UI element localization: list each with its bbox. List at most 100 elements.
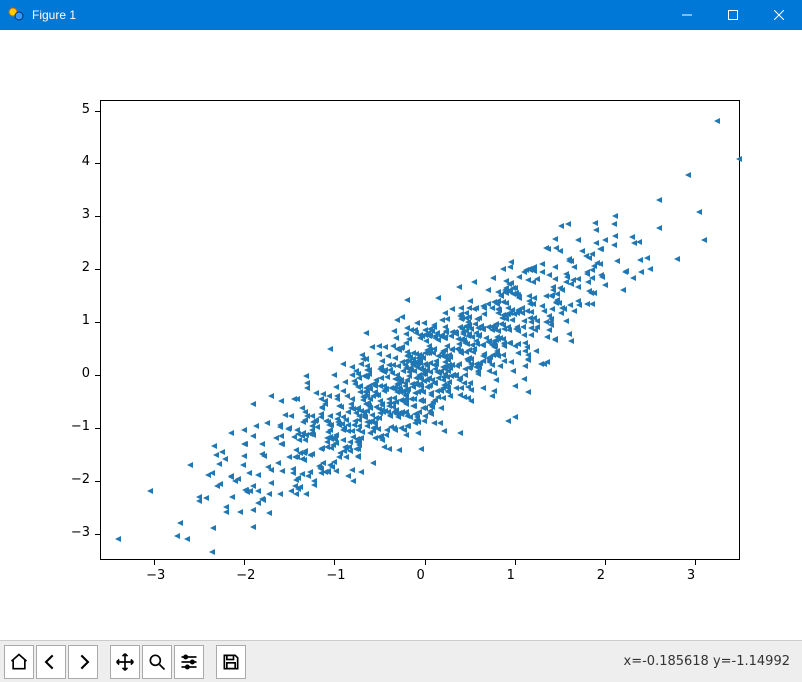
ytick-label: 5 (60, 102, 90, 117)
scatter-marker (275, 460, 281, 466)
scatter-marker (327, 462, 333, 468)
ytick (95, 375, 100, 376)
scatter-marker (286, 454, 292, 460)
xtick (425, 560, 426, 565)
scatter-marker (480, 385, 486, 391)
scatter-marker (477, 360, 483, 366)
scatter-marker (550, 284, 556, 290)
xtick (244, 560, 245, 565)
scatter-marker (512, 414, 518, 420)
scatter-marker (418, 446, 424, 452)
scatter-marker (359, 429, 365, 435)
scatter-marker (480, 342, 486, 348)
scatter-marker (558, 223, 564, 229)
xtick-label: −3 (146, 568, 165, 583)
scatter-marker (696, 209, 702, 215)
scatter-marker (406, 369, 412, 375)
scatter-marker (473, 305, 479, 311)
scatter-marker (387, 412, 393, 418)
arrow-left-icon (41, 652, 61, 672)
xtick-label: 3 (687, 568, 695, 583)
maximize-button[interactable] (710, 0, 756, 30)
scatter-marker (299, 405, 305, 411)
scatter-marker (443, 328, 449, 334)
scatter-marker (614, 258, 620, 264)
scatter-marker (277, 424, 283, 430)
scatter-marker (408, 327, 414, 333)
scatter-marker (602, 282, 608, 288)
scatter-marker (611, 221, 617, 227)
scatter-marker (471, 346, 477, 352)
scatter-marker (442, 366, 448, 372)
ytick-label: −1 (60, 419, 90, 434)
scatter-marker (265, 464, 271, 470)
scatter-marker (430, 350, 436, 356)
configure-button[interactable] (174, 645, 204, 679)
scatter-marker (406, 336, 412, 342)
scatter-marker (481, 311, 487, 317)
scatter-marker (431, 420, 437, 426)
scatter-marker (187, 462, 193, 468)
scatter-marker (379, 402, 385, 408)
pan-button[interactable] (110, 645, 140, 679)
scatter-marker (264, 420, 270, 426)
scatter-marker (394, 376, 400, 382)
scatter-marker (701, 237, 707, 243)
scatter-marker (591, 290, 597, 296)
scatter-marker (355, 405, 361, 411)
scatter-marker (414, 382, 420, 388)
scatter-marker (369, 344, 375, 350)
scatter-marker (325, 468, 331, 474)
scatter-marker (177, 520, 183, 526)
scatter-marker (376, 415, 382, 421)
scatter-marker (548, 293, 554, 299)
figure-canvas[interactable]: −3−2−10123−3−2−1012345 (0, 30, 802, 640)
scatter-marker (547, 319, 553, 325)
scatter-marker (376, 351, 382, 357)
scatter-marker (384, 427, 390, 433)
scatter-marker (568, 258, 574, 264)
forward-button[interactable] (68, 645, 98, 679)
scatter-marker (279, 468, 285, 474)
scatter-marker (597, 246, 603, 252)
scatter-marker (589, 251, 595, 257)
scatter-marker (277, 491, 283, 497)
scatter-marker (344, 393, 350, 399)
scatter-marker (553, 299, 559, 305)
scatter-marker (510, 291, 516, 297)
scatter-marker (506, 340, 512, 346)
scatter-marker (278, 398, 284, 404)
scatter-marker (525, 356, 531, 362)
home-button[interactable] (4, 645, 34, 679)
zoom-button[interactable] (142, 645, 172, 679)
scatter-marker (318, 396, 324, 402)
back-button[interactable] (36, 645, 66, 679)
scatter-marker (369, 412, 375, 418)
save-button[interactable] (216, 645, 246, 679)
scatter-marker (260, 497, 266, 503)
scatter-marker (237, 509, 243, 515)
ytick-label: 3 (60, 207, 90, 222)
scatter-marker (253, 423, 259, 429)
xtick-label: 2 (597, 568, 605, 583)
scatter-marker (394, 389, 400, 395)
scatter-marker (503, 278, 509, 284)
minimize-button[interactable] (664, 0, 710, 30)
scatter-marker (235, 476, 241, 482)
scatter-marker (324, 444, 330, 450)
scatter-marker (358, 469, 364, 475)
scatter-marker (294, 454, 300, 460)
scatter-marker (398, 425, 404, 431)
scatter-marker (334, 416, 340, 422)
scatter-marker (398, 345, 404, 351)
close-button[interactable] (756, 0, 802, 30)
scatter-marker (211, 443, 217, 449)
scatter-marker (516, 274, 522, 280)
scatter-marker (445, 389, 451, 395)
scatter-marker (293, 477, 299, 483)
scatter-marker (345, 473, 351, 479)
save-icon (221, 652, 241, 672)
scatter-marker (505, 418, 511, 424)
scatter-marker (288, 413, 294, 419)
scatter-marker (526, 298, 532, 304)
